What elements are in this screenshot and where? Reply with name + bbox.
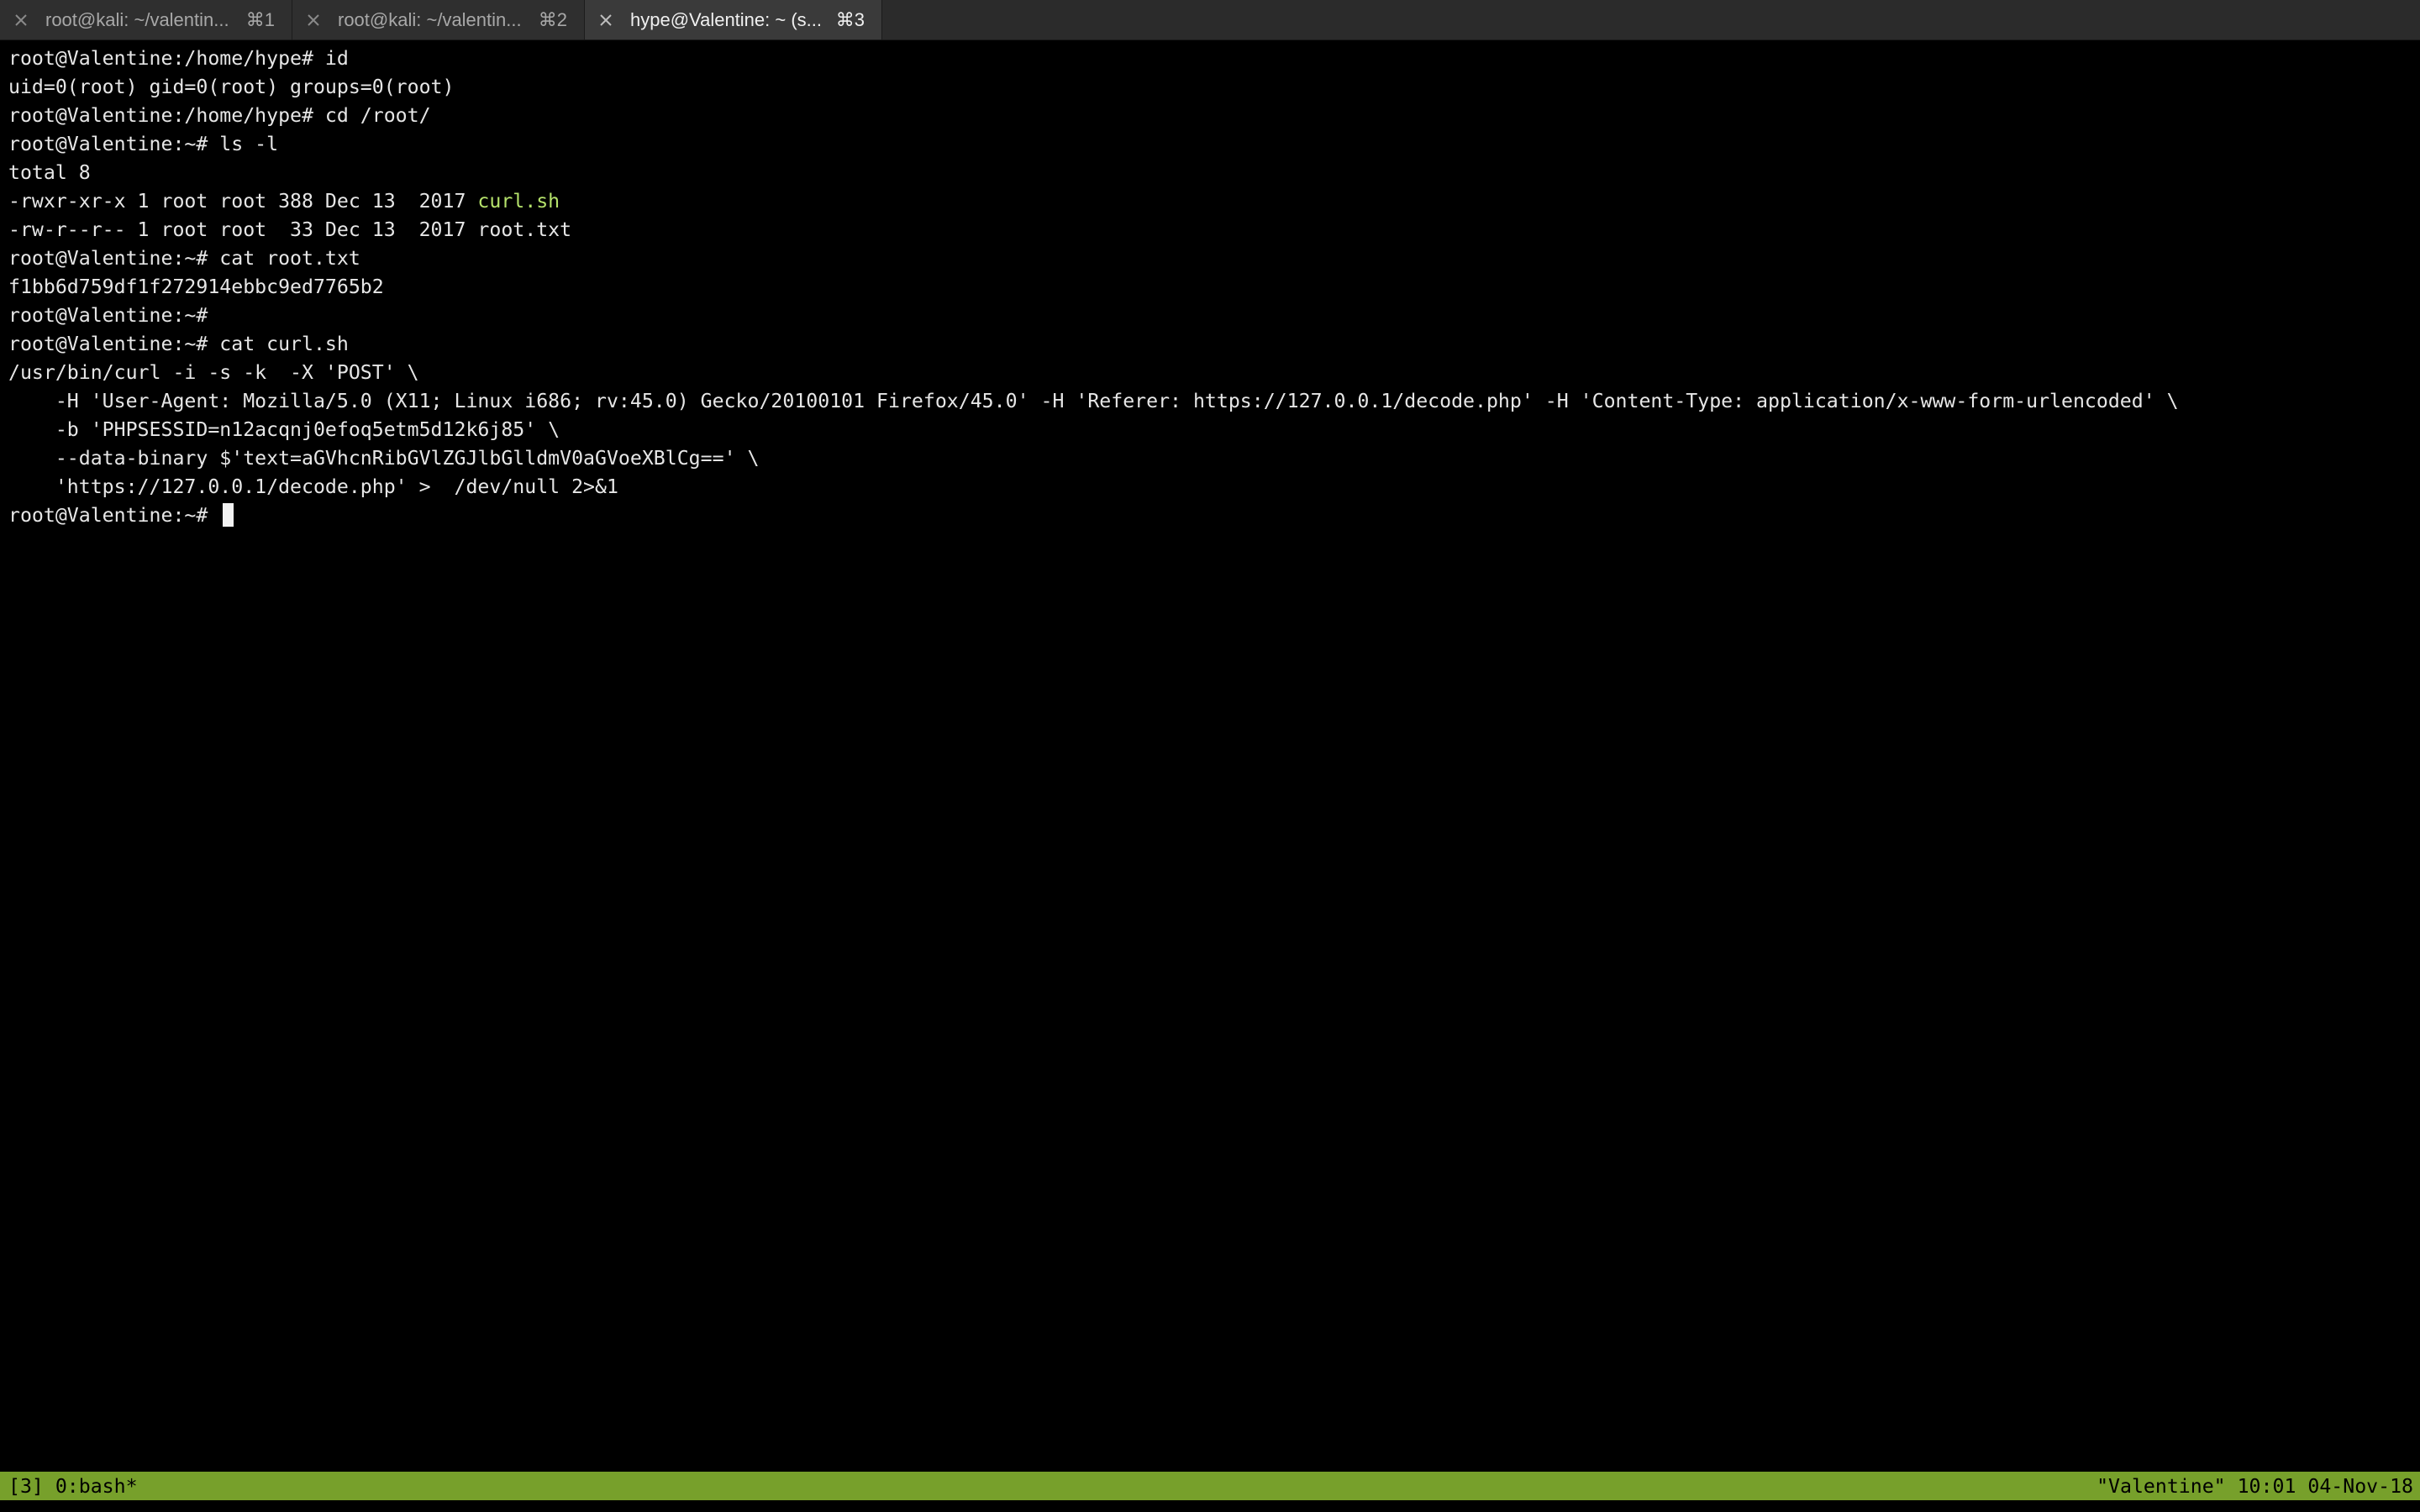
tmux-window-list[interactable]: [3] 0:bash* bbox=[8, 1475, 138, 1498]
close-icon[interactable] bbox=[598, 13, 613, 28]
terminal-line: root@Valentine:~# cat curl.sh bbox=[8, 333, 349, 355]
tab-1-shortcut: ⌘1 bbox=[245, 8, 275, 30]
executable-filename: curl.sh bbox=[477, 190, 560, 213]
tmux-status-right: "Valentine" 10:01 04-Nov-18 bbox=[2096, 1474, 2413, 1498]
terminal-line: root@Valentine:/home/hype# cd /root/ bbox=[8, 104, 431, 127]
shell-prompt: root@Valentine:~# bbox=[8, 504, 220, 527]
terminal-line: -rwxr-xr-x 1 root root 388 Dec 13 2017 c… bbox=[8, 187, 2412, 216]
tmux-status-bar: [3] 0:bash* "Valentine" 10:01 04-Nov-18 bbox=[0, 1472, 2420, 1500]
terminal-line: root@Valentine:~# ls -l bbox=[8, 133, 279, 155]
tab-3-label: hype@Valentine: ~ (s... bbox=[630, 8, 822, 30]
tab-2-label: root@kali: ~/valentin... bbox=[338, 8, 522, 30]
tab-1-label: root@kali: ~/valentin... bbox=[45, 8, 229, 30]
text-cursor bbox=[223, 503, 234, 527]
tab-1[interactable]: root@kali: ~/valentin... ⌘1 bbox=[0, 0, 292, 39]
terminal-line: -b 'PHPSESSID=n12acqnj0efoq5etm5d12k6j85… bbox=[8, 418, 560, 441]
terminal-window: root@kali: ~/valentin... ⌘1 root@kali: ~… bbox=[0, 0, 2420, 1512]
terminal-line: total 8 bbox=[8, 161, 91, 184]
close-icon[interactable] bbox=[13, 13, 29, 28]
terminal-line: root@Valentine:~# bbox=[8, 304, 208, 327]
tab-2[interactable]: root@kali: ~/valentin... ⌘2 bbox=[292, 0, 585, 39]
terminal-line: -rw-r--r-- 1 root root 33 Dec 13 2017 ro… bbox=[8, 218, 572, 241]
terminal-line: --data-binary $'text=aGVhcnRibGVlZGJlbGl… bbox=[8, 447, 760, 470]
tab-3[interactable]: hype@Valentine: ~ (s... ⌘3 bbox=[585, 0, 882, 39]
tab-bar: root@kali: ~/valentin... ⌘1 root@kali: ~… bbox=[0, 0, 2420, 40]
tab-2-shortcut: ⌘2 bbox=[538, 8, 567, 30]
terminal-output[interactable]: root@Valentine:/home/hype# id uid=0(root… bbox=[8, 45, 2412, 530]
terminal-line: f1bb6d759df1f272914ebbc9ed7765b2 bbox=[8, 276, 384, 298]
terminal-line: -H 'User-Agent: Mozilla/5.0 (X11; Linux … bbox=[8, 390, 2179, 412]
terminal-line: 'https://127.0.0.1/decode.php' > /dev/nu… bbox=[8, 475, 618, 498]
terminal-line: /usr/bin/curl -i -s -k -X 'POST' \ bbox=[8, 361, 419, 384]
close-icon[interactable] bbox=[306, 13, 321, 28]
tab-bar-empty-area bbox=[882, 0, 2420, 39]
file-listing-meta: -rwxr-xr-x 1 root root 388 Dec 13 2017 bbox=[8, 190, 478, 213]
terminal-line: root@Valentine:~# cat root.txt bbox=[8, 247, 360, 270]
terminal-line: uid=0(root) gid=0(root) groups=0(root) bbox=[8, 76, 455, 98]
tab-3-shortcut: ⌘3 bbox=[835, 8, 865, 30]
terminal-line: root@Valentine:/home/hype# id bbox=[8, 47, 349, 70]
terminal-prompt-line[interactable]: root@Valentine:~# bbox=[8, 501, 2412, 530]
